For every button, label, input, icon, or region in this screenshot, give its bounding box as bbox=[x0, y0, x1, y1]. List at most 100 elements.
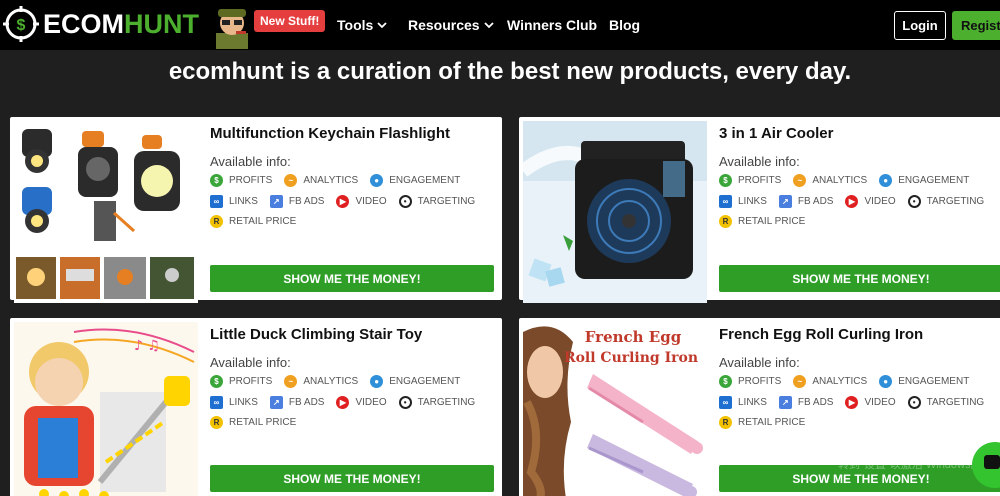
air-cooler-product-image bbox=[523, 121, 707, 303]
product-image[interactable]: ♪ ♫ bbox=[14, 322, 198, 496]
register-button[interactable]: Register bbox=[952, 11, 1000, 40]
tag-fb-ads: FB ADS bbox=[288, 397, 325, 408]
ecomhunt-logo[interactable]: $ ECOMHUNT bbox=[3, 5, 199, 43]
tag-targeting: TARGETING bbox=[926, 397, 985, 408]
windows-activation-subtext: 转到"设置"以激活 Windows。 bbox=[838, 459, 982, 471]
login-button[interactable]: Login bbox=[894, 11, 946, 40]
tag-links: LINKS bbox=[229, 397, 258, 408]
tag-fb-ads: FB ADS bbox=[797, 397, 834, 408]
link-icon: ∞ bbox=[719, 396, 732, 409]
info-row: ∞ LINKS ↗ FB ADS ▶ VIDEO • TARGETING bbox=[210, 396, 487, 409]
new-stuff-badge[interactable]: New Stuff! bbox=[254, 10, 326, 32]
page-headline: ecomhunt is a curation of the best new p… bbox=[168, 58, 852, 85]
tag-retail-price: RETAIL PRICE bbox=[229, 216, 297, 227]
tag-analytics: ANALYTICS bbox=[303, 175, 359, 186]
play-icon: ▶ bbox=[845, 396, 859, 409]
tag-targeting: TARGETING bbox=[417, 397, 476, 408]
retail-price-icon: R bbox=[210, 215, 223, 228]
tag-profits: PROFITS bbox=[229, 376, 273, 387]
user-icon: ● bbox=[370, 375, 384, 388]
link-icon: ∞ bbox=[210, 396, 223, 409]
product-image[interactable]: French Egg Roll Curling Iron bbox=[523, 322, 707, 496]
nav-resources[interactable]: Resources bbox=[408, 17, 494, 33]
tag-video: VIDEO bbox=[864, 397, 896, 408]
chart-icon: ↗ bbox=[778, 195, 792, 208]
image-caption-line1: French Egg bbox=[585, 328, 682, 346]
svg-text:$: $ bbox=[17, 17, 26, 34]
product-title[interactable]: 3 in 1 Air Cooler bbox=[719, 125, 833, 142]
tag-profits: PROFITS bbox=[229, 175, 273, 186]
tag-video: VIDEO bbox=[355, 196, 387, 207]
dollar-icon: $ bbox=[210, 375, 223, 388]
curling-iron-product-image: French Egg Roll Curling Iron bbox=[523, 322, 707, 496]
product-card[interactable]: 3 in 1 Air Cooler Available info: $ PROFI… bbox=[519, 117, 1000, 303]
image-caption-line2: Roll Curling Iron bbox=[564, 350, 698, 366]
nav-tools[interactable]: Tools bbox=[337, 17, 387, 33]
info-row: R RETAIL PRICE bbox=[719, 215, 817, 228]
available-info-label: Available info: bbox=[719, 154, 800, 169]
product-title[interactable]: Little Duck Climbing Stair Toy bbox=[210, 326, 422, 343]
analytics-icon: ~ bbox=[284, 375, 298, 388]
logo-text: ECOMHUNT bbox=[43, 8, 199, 39]
tag-links: LINKS bbox=[738, 397, 767, 408]
nav-winners-club[interactable]: Winners Club bbox=[507, 17, 597, 33]
target-icon: • bbox=[398, 195, 412, 208]
user-icon: ● bbox=[879, 375, 893, 388]
chart-icon: ↗ bbox=[269, 396, 283, 409]
retail-price-icon: R bbox=[719, 215, 732, 228]
available-info-label: Available info: bbox=[210, 355, 291, 370]
play-icon: ▶ bbox=[845, 195, 859, 208]
tag-engagement: ENGAGEMENT bbox=[389, 376, 461, 387]
analytics-icon: ~ bbox=[793, 174, 807, 187]
svg-text:♪ ♫: ♪ ♫ bbox=[134, 338, 160, 354]
info-row: ∞ LINKS ↗ FB ADS ▶ VIDEO • TARGETING bbox=[719, 396, 996, 409]
available-info-label: Available info: bbox=[210, 154, 291, 169]
dollar-icon: $ bbox=[719, 375, 732, 388]
info-row: ∞ LINKS ↗ FB ADS ▶ VIDEO • TARGETING bbox=[210, 195, 487, 208]
product-image[interactable] bbox=[14, 121, 198, 303]
tag-fb-ads: FB ADS bbox=[797, 196, 834, 207]
retail-price-icon: R bbox=[210, 416, 223, 429]
info-row: R RETAIL PRICE bbox=[719, 416, 817, 429]
chart-icon: ↗ bbox=[778, 396, 792, 409]
show-me-the-money-button[interactable]: SHOW ME THE MONEY! bbox=[719, 265, 1000, 292]
top-navbar: $ ECOMHUNT New Stuff! Tools Resources Wi… bbox=[0, 0, 1000, 50]
product-card[interactable]: ♪ ♫ Little Duck Climbing Stair Toy Avail… bbox=[10, 318, 502, 496]
product-image[interactable] bbox=[523, 121, 707, 303]
product-title[interactable]: French Egg Roll Curling Iron bbox=[719, 326, 923, 343]
tag-retail-price: RETAIL PRICE bbox=[738, 417, 806, 428]
chevron-down-icon bbox=[483, 22, 494, 29]
info-row: $ PROFITS ~ ANALYTICS ● ENGAGEMENT bbox=[719, 375, 981, 388]
show-me-the-money-button[interactable]: SHOW ME THE MONEY! bbox=[210, 465, 494, 492]
tag-retail-price: RETAIL PRICE bbox=[229, 417, 297, 428]
target-icon: • bbox=[398, 396, 412, 409]
user-icon: ● bbox=[879, 174, 893, 187]
nav-blog[interactable]: Blog bbox=[609, 17, 640, 33]
nav-resources-label: Resources bbox=[408, 17, 480, 33]
tag-links: LINKS bbox=[229, 196, 258, 207]
nav-tools-label: Tools bbox=[337, 17, 374, 33]
analytics-icon: ~ bbox=[793, 375, 807, 388]
product-title[interactable]: Multifunction Keychain Flashlight bbox=[210, 125, 450, 142]
dollar-icon: $ bbox=[210, 174, 223, 187]
tag-video: VIDEO bbox=[864, 196, 896, 207]
show-me-the-money-button[interactable]: SHOW ME THE MONEY! bbox=[210, 265, 494, 292]
retail-price-icon: R bbox=[719, 416, 732, 429]
info-row: $ PROFITS ~ ANALYTICS ● ENGAGEMENT bbox=[719, 174, 981, 187]
user-icon: ● bbox=[370, 174, 384, 187]
hunter-mascot-icon bbox=[216, 9, 248, 49]
tag-targeting: TARGETING bbox=[926, 196, 985, 207]
product-card[interactable]: Multifunction Keychain Flashlight Availa… bbox=[10, 117, 502, 303]
tag-engagement: ENGAGEMENT bbox=[898, 376, 970, 387]
tag-profits: PROFITS bbox=[738, 175, 782, 186]
chevron-down-icon bbox=[377, 22, 387, 29]
info-row: R RETAIL PRICE bbox=[210, 416, 308, 429]
dollar-crosshair-icon: $ bbox=[3, 6, 39, 42]
chart-icon: ↗ bbox=[269, 195, 283, 208]
tag-analytics: ANALYTICS bbox=[812, 175, 868, 186]
tag-video: VIDEO bbox=[355, 397, 387, 408]
tag-fb-ads: FB ADS bbox=[288, 196, 325, 207]
tag-analytics: ANALYTICS bbox=[303, 376, 359, 387]
tag-links: LINKS bbox=[738, 196, 767, 207]
info-row: $ PROFITS ~ ANALYTICS ● ENGAGEMENT bbox=[210, 375, 472, 388]
